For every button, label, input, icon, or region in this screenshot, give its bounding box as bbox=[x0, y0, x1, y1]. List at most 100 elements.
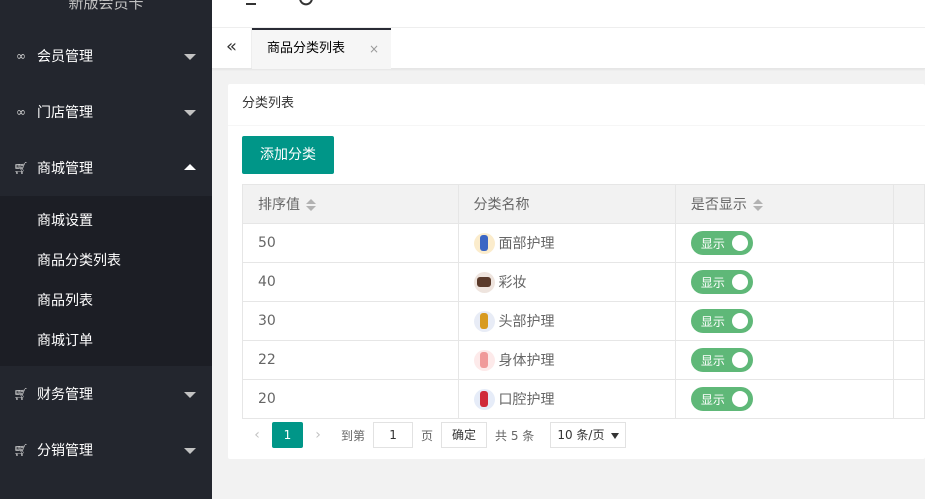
table-header-row: 排序值 分类名称 是否显示 bbox=[242, 184, 925, 224]
goto-page-input[interactable]: 1 bbox=[373, 422, 414, 448]
current-page-button[interactable]: 1 bbox=[272, 422, 303, 448]
header-label: 排序值 bbox=[258, 197, 300, 213]
submenu-item-category-list[interactable]: 商品分类列表 bbox=[0, 241, 212, 281]
category-name: 彩妆 bbox=[498, 275, 527, 291]
cell-show: 显示 bbox=[674, 340, 894, 380]
chevron-down-icon bbox=[184, 448, 196, 454]
category-thumbnail bbox=[473, 388, 495, 410]
sidebar-item-label: 财务管理 bbox=[37, 387, 93, 403]
chevron-down-icon bbox=[184, 54, 196, 60]
sidebar-item-label: 会员管理 bbox=[37, 49, 93, 65]
category-table: 排序值 分类名称 是否显示 50 面部护理 显示 40 彩妆 显示 30 头部护… bbox=[242, 184, 925, 419]
tab-category-list[interactable]: 商品分类列表 × bbox=[252, 28, 391, 69]
show-toggle[interactable]: 显示 bbox=[690, 231, 753, 255]
table-row: 20 口腔护理 显示 bbox=[242, 379, 925, 419]
sidebar-item-label: 分销管理 bbox=[37, 443, 93, 459]
toggle-label: 显示 bbox=[700, 314, 725, 329]
cell-extra bbox=[892, 301, 925, 341]
add-category-button[interactable]: 添加分类 bbox=[242, 136, 334, 174]
column-header-sort[interactable]: 排序值 bbox=[242, 184, 459, 224]
total-count: 共 5 条 bbox=[495, 428, 535, 443]
sort-icon[interactable] bbox=[306, 198, 316, 212]
prev-page-icon[interactable]: ‹ bbox=[242, 427, 272, 443]
sidebar-item-label: 商城管理 bbox=[37, 161, 93, 177]
cart-icon: 🛒︎ bbox=[13, 161, 29, 175]
toggle-knob bbox=[731, 274, 748, 290]
brand-title: 新版会员卡 bbox=[68, 0, 144, 12]
sort-icon[interactable] bbox=[752, 198, 763, 212]
toggle-knob bbox=[731, 235, 748, 251]
next-page-icon[interactable]: › bbox=[303, 427, 333, 443]
refresh-icon[interactable] bbox=[298, 0, 314, 13]
toggle-label: 显示 bbox=[700, 353, 725, 368]
page-size-select[interactable]: 10 条/页 bbox=[550, 422, 627, 448]
link-icon: ∞ bbox=[16, 105, 26, 119]
cell-sort: 50 bbox=[242, 223, 459, 263]
cell-sort: 40 bbox=[242, 262, 459, 302]
show-toggle[interactable]: 显示 bbox=[690, 309, 753, 333]
cell-sort: 30 bbox=[242, 301, 459, 341]
cell-show: 显示 bbox=[674, 301, 894, 341]
sidebar-item-distribution[interactable]: 🛒︎ 分销管理 bbox=[0, 422, 212, 478]
cell-show: 显示 bbox=[674, 262, 894, 302]
column-header-extra bbox=[892, 184, 925, 224]
cell-name: 头部护理 bbox=[457, 301, 676, 341]
cart-icon: 🛒︎ bbox=[13, 387, 29, 401]
show-toggle[interactable]: 显示 bbox=[690, 387, 753, 411]
category-thumbnail bbox=[473, 232, 495, 254]
category-thumbnail bbox=[473, 349, 495, 371]
show-toggle[interactable]: 显示 bbox=[690, 270, 753, 294]
category-name: 口腔护理 bbox=[498, 392, 555, 408]
submenu-item-orders[interactable]: 商城订单 bbox=[0, 321, 212, 361]
table-row: 22 身体护理 显示 bbox=[242, 340, 925, 380]
submenu-item-mall-settings[interactable]: 商城设置 bbox=[0, 201, 212, 241]
chevron-up-icon bbox=[184, 164, 196, 170]
toggle-label: 显示 bbox=[700, 392, 725, 407]
cell-name: 身体护理 bbox=[457, 340, 676, 380]
category-card: 分类列表 添加分类 排序值 分类名称 是否显示 50 面部护理 显示 40 彩妆… bbox=[228, 84, 925, 459]
tabs-scroll-left-icon[interactable]: « bbox=[212, 28, 252, 68]
category-name: 面部护理 bbox=[498, 236, 555, 252]
sidebar-item-label: 门店管理 bbox=[37, 105, 93, 121]
cell-name: 彩妆 bbox=[457, 262, 676, 302]
goto-label: 到第 bbox=[341, 428, 366, 443]
cell-sort: 22 bbox=[242, 340, 459, 380]
chevron-down-icon bbox=[184, 392, 196, 398]
close-icon[interactable]: × bbox=[369, 30, 379, 68]
category-name: 身体护理 bbox=[498, 353, 555, 369]
menu-collapse-icon[interactable] bbox=[242, 0, 258, 13]
cell-extra bbox=[892, 223, 925, 263]
table-row: 30 头部护理 显示 bbox=[242, 301, 925, 341]
toggle-knob bbox=[731, 313, 748, 329]
category-name: 头部护理 bbox=[498, 314, 555, 330]
sidebar-item-finance[interactable]: 🛒︎ 财务管理 bbox=[0, 366, 212, 422]
top-toolbar bbox=[212, 0, 925, 28]
table-row: 40 彩妆 显示 bbox=[242, 262, 925, 302]
pagination: ‹ 1 › 到第 1 页 确定 共 5 条 10 条/页 bbox=[242, 420, 627, 450]
goto-confirm-button[interactable]: 确定 bbox=[441, 422, 488, 448]
cell-name: 口腔护理 bbox=[457, 379, 676, 419]
sidebar-item-stores[interactable]: ∞ 门店管理 bbox=[0, 84, 212, 140]
cell-extra bbox=[892, 340, 925, 380]
sidebar-item-mall[interactable]: 🛒︎ 商城管理 bbox=[0, 140, 212, 196]
sidebar: 新版会员卡 ∞ 会员管理 ∞ 门店管理 🛒︎ 商城管理 商城设置 商品分类列表 … bbox=[0, 0, 212, 499]
tab-bar: « 商品分类列表 × bbox=[212, 28, 925, 69]
submenu-item-product-list[interactable]: 商品列表 bbox=[0, 281, 212, 321]
tab-label: 商品分类列表 bbox=[267, 41, 346, 56]
toggle-knob bbox=[731, 391, 748, 407]
chevron-down-icon bbox=[184, 110, 196, 116]
cell-extra bbox=[892, 379, 925, 419]
link-icon: ∞ bbox=[16, 49, 26, 63]
column-header-name: 分类名称 bbox=[457, 184, 676, 224]
column-header-show[interactable]: 是否显示 bbox=[674, 184, 894, 224]
table-row: 50 面部护理 显示 bbox=[242, 223, 925, 263]
sidebar-item-members[interactable]: ∞ 会员管理 bbox=[0, 28, 212, 84]
card-title: 分类列表 bbox=[228, 84, 925, 126]
page-unit-label: 页 bbox=[421, 428, 434, 443]
category-thumbnail bbox=[473, 271, 495, 293]
toggle-knob bbox=[731, 352, 748, 368]
cell-name: 面部护理 bbox=[457, 223, 676, 263]
cell-show: 显示 bbox=[674, 379, 894, 419]
show-toggle[interactable]: 显示 bbox=[690, 348, 753, 372]
toggle-label: 显示 bbox=[700, 236, 725, 251]
